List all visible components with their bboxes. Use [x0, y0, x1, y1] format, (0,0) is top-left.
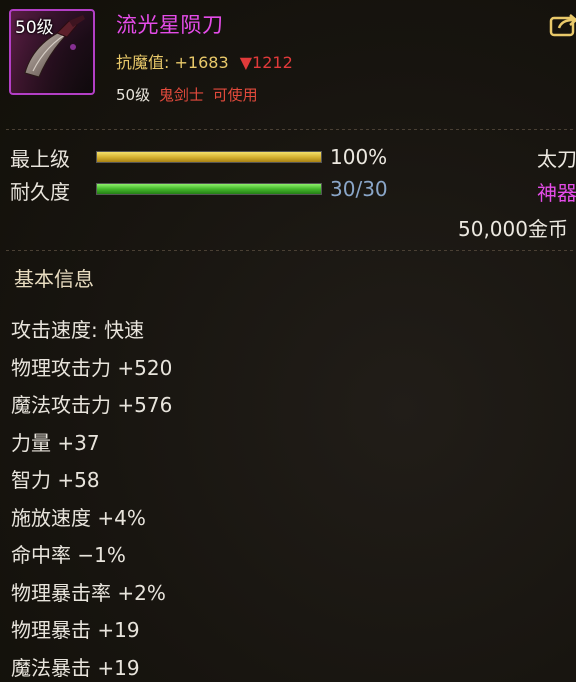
- stat-attack-speed: 攻击速度: 快速: [11, 318, 145, 342]
- required-level: 50级: [116, 86, 151, 104]
- usable-status: 可使用: [212, 86, 258, 104]
- stat-magic-crit: 魔法暴击 +19: [11, 655, 140, 680]
- resist-row: 抗魔值: +1683 ▼1212: [116, 49, 293, 73]
- stat-strength: 力量 +37: [11, 430, 100, 455]
- stat-cast-speed: 施放速度 +4%: [11, 505, 146, 530]
- share-icon[interactable]: [549, 12, 576, 38]
- resist-label: 抗魔值:: [116, 53, 170, 72]
- durability-bar-fill: [97, 184, 321, 194]
- stat-intelligence: 智力 +58: [11, 468, 100, 492]
- durability-value: 30/30: [330, 177, 388, 201]
- stat-hit-rate: 命中率 −1%: [11, 543, 126, 567]
- requirement-row: 50级 鬼剑士 可使用: [116, 84, 258, 105]
- divider: [6, 250, 576, 251]
- item-level-badge: 50级: [15, 18, 54, 38]
- stat-physical-crit: 物理暴击 +19: [11, 618, 140, 642]
- durability-bar: [96, 183, 322, 195]
- section-title-basic-info: 基本信息: [14, 267, 94, 291]
- required-class: 鬼剑士: [158, 86, 204, 104]
- grade-label: 最上级: [10, 147, 70, 171]
- item-name: 流光星陨刀: [116, 13, 224, 37]
- grade-bar-fill: [97, 152, 321, 162]
- resist-value: +1683: [174, 53, 229, 72]
- grade-value: 100%: [330, 145, 388, 169]
- stat-physical-crit-rate: 物理暴击率 +2%: [11, 580, 166, 605]
- sell-price: 50,000金币: [458, 217, 568, 241]
- resist-decrease: ▼1212: [239, 53, 293, 72]
- weapon-type: 太刀: [537, 147, 576, 171]
- grade-bar: [96, 151, 322, 163]
- item-icon-frame[interactable]: 50级: [9, 9, 95, 95]
- rarity-label: 神器: [537, 181, 576, 205]
- stat-physical-attack: 物理攻击力 +520: [11, 355, 173, 380]
- durability-label: 耐久度: [10, 180, 70, 204]
- stat-list: 攻击速度: 快速 物理攻击力 +520 魔法攻击力 +576 力量 +37 智力…: [11, 316, 172, 682]
- divider: [6, 129, 576, 130]
- stat-magic-attack: 魔法攻击力 +576: [11, 393, 173, 417]
- item-tooltip-panel: 50级 流光星陨刀 抗魔值: +1683 ▼1212 50级 鬼剑士 可使用 最…: [0, 0, 576, 682]
